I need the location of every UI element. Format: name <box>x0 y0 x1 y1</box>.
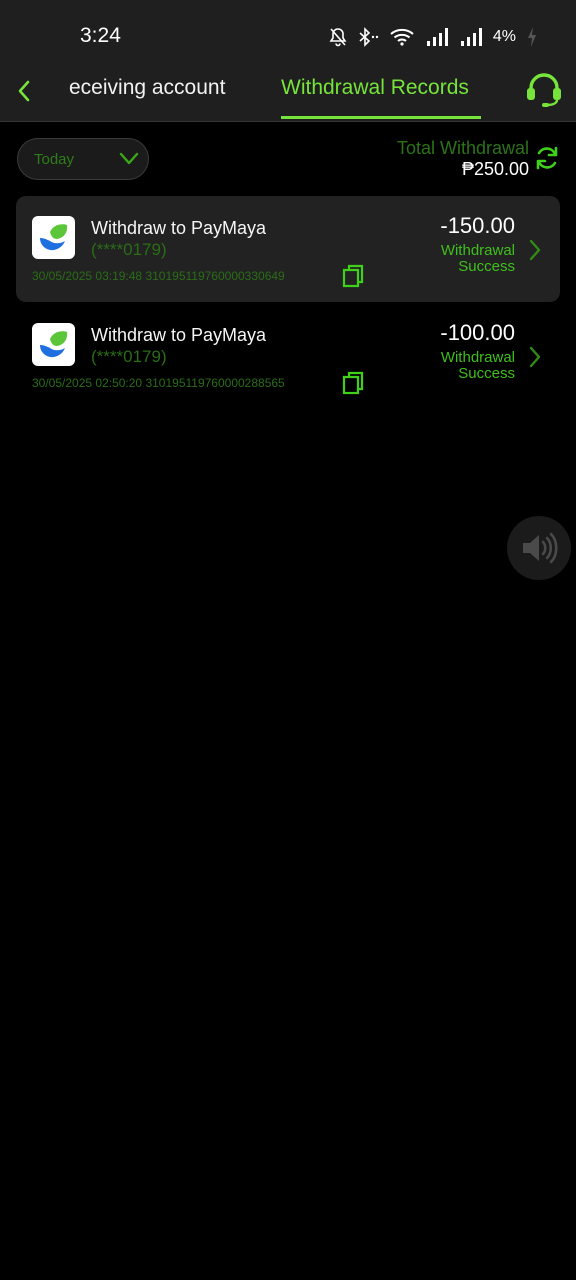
copy-button[interactable] <box>342 371 364 395</box>
record-datetime: 30/05/2025 03:19:48 <box>32 269 143 283</box>
record-meta: 30/05/2025 02:50:20 31019511976000028856… <box>32 376 285 390</box>
battery-icon <box>528 27 536 47</box>
status-bar: 3:24 4% <box>0 0 576 72</box>
record-status-line2: Success <box>458 365 515 382</box>
bell-muted-icon <box>329 28 347 47</box>
tab-header: eceiving account Withdrawal Records <box>0 72 576 122</box>
copy-icon <box>342 371 364 395</box>
list-item[interactable]: Withdraw to PayMaya (****0179) 30/05/202… <box>16 196 560 302</box>
copy-button[interactable] <box>342 264 364 288</box>
record-meta: 30/05/2025 03:19:48 3101951197600003306​… <box>32 269 285 283</box>
status-icons: 4% <box>329 24 538 50</box>
date-filter-dropdown[interactable]: Today <box>17 138 149 180</box>
support-button[interactable] <box>524 72 564 108</box>
refresh-icon <box>536 146 558 170</box>
record-title: Withdraw to PayMaya <box>91 218 267 238</box>
record-status: Withdrawal Success <box>405 243 515 275</box>
record-account: (****0179) <box>91 347 167 366</box>
status-time: 3:24 <box>80 24 121 47</box>
sound-toggle-button[interactable] <box>507 516 571 580</box>
chevron-left-icon <box>18 80 30 102</box>
record-status-line2: Success <box>458 258 515 275</box>
record-amount: -150.00 <box>440 213 515 238</box>
chevron-right-icon <box>529 346 541 368</box>
active-tab-indicator <box>281 116 481 119</box>
total-withdrawal-label: Total Withdrawal <box>396 138 529 158</box>
record-title: Withdraw to PayMaya <box>91 325 267 345</box>
record-account: (****0179) <box>91 240 167 259</box>
record-order-number: 3101951197600003306​49 <box>145 269 285 283</box>
signal-icon <box>426 28 448 46</box>
paymaya-logo <box>32 216 75 259</box>
headset-icon <box>527 73 561 107</box>
refresh-button[interactable] <box>534 145 560 171</box>
paymaya-logo <box>32 323 75 366</box>
record-datetime: 30/05/2025 02:50:20 <box>32 376 143 390</box>
signal-icon <box>460 28 482 46</box>
list-item[interactable]: Withdraw to PayMaya (****0179) 30/05/202… <box>16 303 560 409</box>
chevron-down-icon <box>119 152 139 165</box>
back-button[interactable] <box>10 76 38 106</box>
copy-icon <box>342 264 364 288</box>
record-status-line1: Withdrawal <box>440 242 515 259</box>
record-status-line1: Withdrawal <box>440 349 515 366</box>
chevron-right-icon <box>529 239 541 261</box>
date-filter-value: Today <box>34 151 75 168</box>
record-order-number: 310195119760000288565 <box>145 376 285 390</box>
bluetooth-icon <box>359 27 379 47</box>
wifi-icon <box>390 28 414 46</box>
speaker-icon <box>523 532 558 564</box>
total-withdrawal-amount: ₱250.00 <box>461 159 529 179</box>
tab-receiving-account[interactable]: eceiving account <box>69 76 225 122</box>
record-status: Withdrawal Success <box>405 350 515 382</box>
record-amount: -100.00 <box>440 320 515 345</box>
battery-level: 4% <box>492 28 516 45</box>
